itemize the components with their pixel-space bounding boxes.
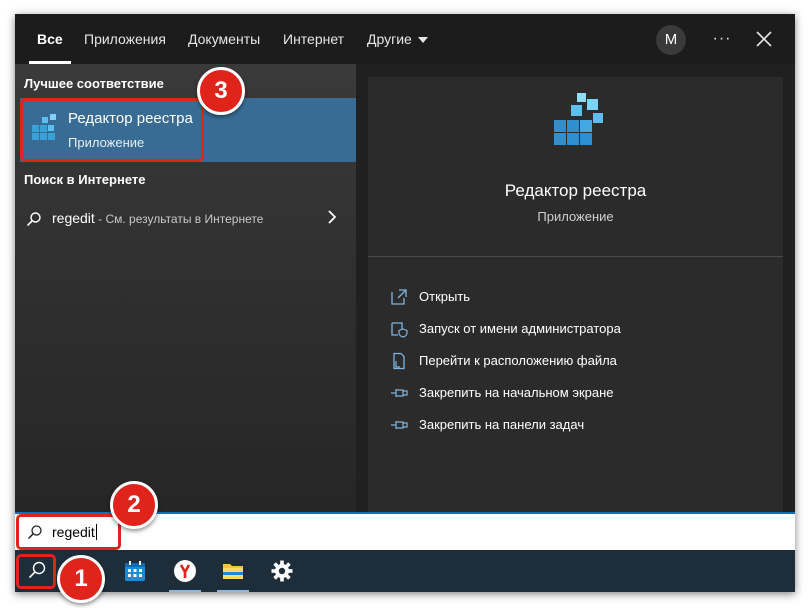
step-badge-1: 1 bbox=[57, 555, 105, 603]
best-match-heading: Лучшее соответствие bbox=[24, 76, 164, 91]
chevron-right-icon bbox=[328, 210, 337, 224]
file-location-icon bbox=[393, 352, 405, 370]
action-pin-to-start-label: Закрепить на начальном экране bbox=[419, 385, 614, 400]
more-options-button[interactable]: ··· bbox=[709, 24, 735, 54]
step-badge-2: 2 bbox=[110, 481, 158, 529]
taskbar-yandex-browser[interactable] bbox=[163, 550, 207, 592]
active-app-indicator bbox=[169, 590, 201, 592]
yandex-browser-icon bbox=[174, 560, 196, 582]
close-icon bbox=[756, 31, 772, 47]
results-pane: Лучшее соответствие Редактор реестра При… bbox=[15, 64, 356, 512]
web-result-hint: - См. результаты в Интернете bbox=[94, 212, 264, 226]
web-result-query: regedit bbox=[52, 210, 95, 226]
step-badge-3: 3 bbox=[197, 67, 245, 115]
calendar-icon bbox=[125, 561, 145, 581]
search-icon bbox=[26, 212, 41, 227]
action-run-as-admin-label: Запуск от имени администратора bbox=[419, 321, 621, 336]
web-search-heading: Поиск в Интернете bbox=[24, 172, 146, 187]
tab-documents[interactable]: Документы bbox=[188, 14, 260, 64]
preview-app-title: Редактор реестра bbox=[504, 181, 647, 200]
registry-editor-icon bbox=[554, 93, 603, 145]
settings-gear-icon bbox=[271, 560, 293, 582]
file-explorer-icon bbox=[223, 564, 243, 579]
tab-other-label: Другие bbox=[367, 31, 412, 47]
action-pin-to-taskbar-label: Закрепить на панели задач bbox=[419, 417, 585, 432]
shield-icon bbox=[391, 322, 408, 338]
taskbar-search-button[interactable] bbox=[15, 550, 59, 592]
preview-pane: Редактор реестра Приложение Открыть Запу… bbox=[368, 77, 783, 512]
pin-icon bbox=[391, 421, 408, 429]
action-open-label: Открыть bbox=[419, 289, 471, 304]
web-search-result[interactable]: regedit - См. результаты в Интернете bbox=[15, 200, 356, 236]
filter-tabbar: Все Приложения Документы Интернет Другие… bbox=[15, 14, 795, 64]
web-result-text: regedit - См. результаты в Интернете bbox=[52, 210, 263, 226]
open-icon bbox=[391, 289, 407, 305]
tab-internet[interactable]: Интернет bbox=[283, 14, 344, 64]
taskbar-file-explorer[interactable] bbox=[211, 550, 255, 592]
close-button[interactable] bbox=[752, 27, 776, 51]
account-avatar[interactable]: M bbox=[656, 25, 686, 55]
preview-divider bbox=[368, 256, 783, 257]
chevron-down-icon bbox=[417, 37, 428, 44]
tab-all[interactable]: Все bbox=[29, 14, 71, 64]
pin-icon bbox=[391, 389, 408, 397]
highlight-box-search-input bbox=[16, 514, 121, 550]
taskbar bbox=[15, 550, 795, 592]
active-app-indicator bbox=[217, 590, 249, 592]
highlight-box-taskbar-search bbox=[16, 554, 56, 589]
tab-other[interactable]: Другие bbox=[367, 14, 428, 64]
tab-apps[interactable]: Приложения bbox=[84, 14, 166, 64]
taskbar-calendar[interactable] bbox=[113, 550, 157, 592]
taskbar-settings[interactable] bbox=[260, 550, 304, 592]
preview-app-subtitle: Приложение bbox=[537, 209, 614, 224]
highlight-box-best-match bbox=[20, 98, 204, 162]
action-open-file-location-label: Перейти к расположению файла bbox=[419, 353, 617, 368]
